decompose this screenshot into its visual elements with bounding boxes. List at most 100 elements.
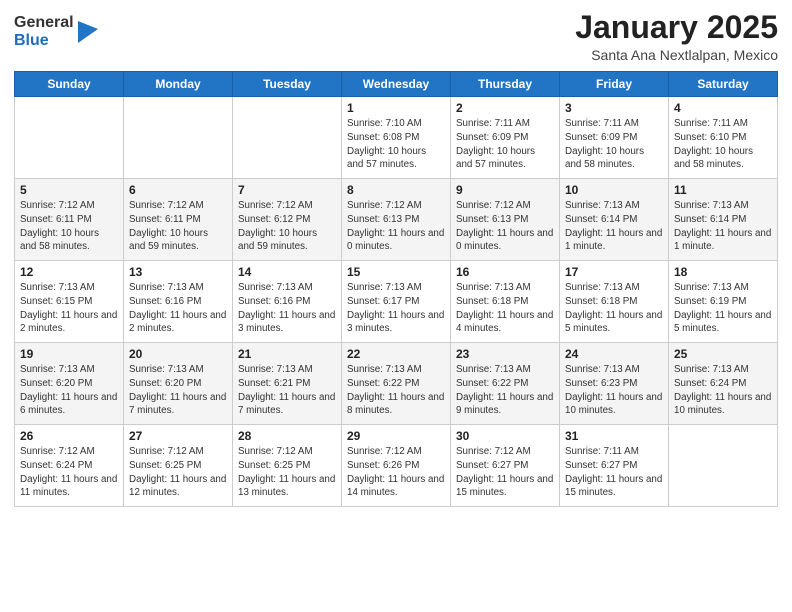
day-number: 12	[20, 265, 118, 279]
calendar-day-header: Monday	[124, 72, 233, 97]
day-info: Sunrise: 7:11 AMSunset: 6:09 PMDaylight:…	[565, 117, 663, 172]
day-number: 14	[238, 265, 336, 279]
calendar-week-row: 5Sunrise: 7:12 AMSunset: 6:11 PMDaylight…	[15, 179, 778, 261]
day-info: Sunrise: 7:13 AMSunset: 6:14 PMDaylight:…	[565, 199, 663, 254]
day-number: 11	[674, 183, 772, 197]
calendar-day-cell: 10Sunrise: 7:13 AMSunset: 6:14 PMDayligh…	[560, 179, 669, 261]
day-info: Sunrise: 7:11 AMSunset: 6:10 PMDaylight:…	[674, 117, 772, 172]
day-number: 16	[456, 265, 554, 279]
day-number: 13	[129, 265, 227, 279]
calendar-day-header: Saturday	[669, 72, 778, 97]
logo-general-text: General	[14, 14, 74, 32]
title-block: January 2025 Santa Ana Nextlalpan, Mexic…	[575, 10, 778, 63]
calendar-day-cell: 22 Sunrise: 7:13 AMSunset: 6:22 PMDayligh…	[342, 343, 451, 425]
day-number: 30	[456, 429, 554, 443]
day-number: 19	[20, 347, 118, 361]
day-number: 24	[565, 347, 663, 361]
day-info: Sunrise: 7:13 AMSunset: 6:20 PMDaylight:…	[129, 363, 227, 418]
day-info: Sunrise: 7:11 AMSunset: 6:09 PMDaylight:…	[456, 117, 554, 172]
day-info: Sunrise: 7:13 AMSunset: 6:24 PMDaylight:…	[674, 363, 772, 418]
day-info: Sunrise: 7:13 AMSunset: 6:16 PMDaylight:…	[238, 281, 336, 336]
header: General Blue January 2025 Santa Ana Next…	[14, 10, 778, 63]
day-number: 15	[347, 265, 445, 279]
calendar-day-cell	[124, 97, 233, 179]
calendar-week-row: 26 Sunrise: 7:12 AMSunset: 6:24 PMDayligh…	[15, 425, 778, 507]
calendar-day-header: Sunday	[15, 72, 124, 97]
day-number: 7	[238, 183, 336, 197]
day-number: 3	[565, 101, 663, 115]
calendar-day-cell: 1 Sunrise: 7:10 AMSunset: 6:08 PMDaylight…	[342, 97, 451, 179]
day-number: 4	[674, 101, 772, 115]
calendar-day-cell: 16 Sunrise: 7:13 AMSunset: 6:18 PMDayligh…	[451, 261, 560, 343]
calendar-day-header: Friday	[560, 72, 669, 97]
day-info: Sunrise: 7:13 AMSunset: 6:18 PMDaylight:…	[456, 281, 554, 336]
day-info: Sunrise: 7:13 AMSunset: 6:18 PMDaylight:…	[565, 281, 663, 336]
calendar-week-row: 19 Sunrise: 7:13 AMSunset: 6:20 PMDayligh…	[15, 343, 778, 425]
day-number: 26	[20, 429, 118, 443]
calendar-day-cell: 7 Sunrise: 7:12 AMSunset: 6:12 PMDaylight…	[233, 179, 342, 261]
calendar-day-cell: 19 Sunrise: 7:13 AMSunset: 6:20 PMDayligh…	[15, 343, 124, 425]
calendar-day-cell: 31 Sunrise: 7:11 AMSunset: 6:27 PMDayligh…	[560, 425, 669, 507]
calendar-day-cell: 25Sunrise: 7:13 AMSunset: 6:24 PMDayligh…	[669, 343, 778, 425]
day-number: 2	[456, 101, 554, 115]
day-info: Sunrise: 7:10 AMSunset: 6:08 PMDaylight:…	[347, 117, 445, 172]
day-info: Sunrise: 7:12 AMSunset: 6:27 PMDaylight:…	[456, 445, 554, 500]
day-info: Sunrise: 7:13 AMSunset: 6:23 PMDaylight:…	[565, 363, 663, 418]
calendar-day-header: Wednesday	[342, 72, 451, 97]
logo: General Blue	[14, 14, 98, 49]
calendar-day-cell	[669, 425, 778, 507]
day-info: Sunrise: 7:12 AMSunset: 6:25 PMDaylight:…	[129, 445, 227, 500]
calendar-day-cell: 5Sunrise: 7:12 AMSunset: 6:11 PMDaylight…	[15, 179, 124, 261]
calendar-day-cell	[233, 97, 342, 179]
day-number: 22	[347, 347, 445, 361]
day-info: Sunrise: 7:13 AMSunset: 6:14 PMDaylight:…	[674, 199, 772, 254]
calendar-day-cell: 15 Sunrise: 7:13 AMSunset: 6:17 PMDayligh…	[342, 261, 451, 343]
calendar-week-row: 1 Sunrise: 7:10 AMSunset: 6:08 PMDaylight…	[15, 97, 778, 179]
calendar-day-cell: 9 Sunrise: 7:12 AMSunset: 6:13 PMDaylight…	[451, 179, 560, 261]
day-number: 20	[129, 347, 227, 361]
calendar-day-cell: 14 Sunrise: 7:13 AMSunset: 6:16 PMDayligh…	[233, 261, 342, 343]
day-number: 17	[565, 265, 663, 279]
day-info: Sunrise: 7:12 AMSunset: 6:12 PMDaylight:…	[238, 199, 336, 254]
day-number: 31	[565, 429, 663, 443]
day-info: Sunrise: 7:13 AMSunset: 6:19 PMDaylight:…	[674, 281, 772, 336]
calendar-day-cell: 3 Sunrise: 7:11 AMSunset: 6:09 PMDaylight…	[560, 97, 669, 179]
day-number: 18	[674, 265, 772, 279]
calendar-day-cell: 30 Sunrise: 7:12 AMSunset: 6:27 PMDayligh…	[451, 425, 560, 507]
calendar-day-cell: 17 Sunrise: 7:13 AMSunset: 6:18 PMDayligh…	[560, 261, 669, 343]
calendar-day-cell: 6Sunrise: 7:12 AMSunset: 6:11 PMDaylight…	[124, 179, 233, 261]
calendar-day-cell: 29Sunrise: 7:12 AMSunset: 6:26 PMDayligh…	[342, 425, 451, 507]
logo-icon	[78, 21, 98, 43]
calendar-week-row: 12 Sunrise: 7:13 AMSunset: 6:15 PMDayligh…	[15, 261, 778, 343]
day-info: Sunrise: 7:12 AMSunset: 6:26 PMDaylight:…	[347, 445, 445, 500]
day-info: Sunrise: 7:12 AMSunset: 6:24 PMDaylight:…	[20, 445, 118, 500]
day-info: Sunrise: 7:12 AMSunset: 6:13 PMDaylight:…	[456, 199, 554, 254]
calendar-day-cell: 28Sunrise: 7:12 AMSunset: 6:25 PMDayligh…	[233, 425, 342, 507]
calendar-day-cell: 2 Sunrise: 7:11 AMSunset: 6:09 PMDaylight…	[451, 97, 560, 179]
day-number: 23	[456, 347, 554, 361]
calendar-day-cell: 13Sunrise: 7:13 AMSunset: 6:16 PMDayligh…	[124, 261, 233, 343]
calendar-day-cell: 12 Sunrise: 7:13 AMSunset: 6:15 PMDayligh…	[15, 261, 124, 343]
calendar-day-cell: 18 Sunrise: 7:13 AMSunset: 6:19 PMDayligh…	[669, 261, 778, 343]
page: General Blue January 2025 Santa Ana Next…	[0, 0, 792, 612]
day-info: Sunrise: 7:13 AMSunset: 6:22 PMDaylight:…	[347, 363, 445, 418]
calendar-day-header: Tuesday	[233, 72, 342, 97]
logo-blue-text: Blue	[14, 32, 74, 50]
day-number: 27	[129, 429, 227, 443]
day-number: 1	[347, 101, 445, 115]
day-info: Sunrise: 7:13 AMSunset: 6:20 PMDaylight:…	[20, 363, 118, 418]
day-number: 5	[20, 183, 118, 197]
calendar-day-cell: 11 Sunrise: 7:13 AMSunset: 6:14 PMDayligh…	[669, 179, 778, 261]
day-info: Sunrise: 7:13 AMSunset: 6:15 PMDaylight:…	[20, 281, 118, 336]
calendar-header-row: SundayMondayTuesdayWednesdayThursdayFrid…	[15, 72, 778, 97]
calendar-day-cell: 27 Sunrise: 7:12 AMSunset: 6:25 PMDayligh…	[124, 425, 233, 507]
calendar-day-cell: 23Sunrise: 7:13 AMSunset: 6:22 PMDayligh…	[451, 343, 560, 425]
day-number: 21	[238, 347, 336, 361]
day-number: 6	[129, 183, 227, 197]
calendar-day-cell: 20 Sunrise: 7:13 AMSunset: 6:20 PMDayligh…	[124, 343, 233, 425]
calendar-day-cell: 21Sunrise: 7:13 AMSunset: 6:21 PMDayligh…	[233, 343, 342, 425]
day-info: Sunrise: 7:11 AMSunset: 6:27 PMDaylight:…	[565, 445, 663, 500]
location-subtitle: Santa Ana Nextlalpan, Mexico	[575, 47, 778, 63]
day-number: 9	[456, 183, 554, 197]
day-info: Sunrise: 7:13 AMSunset: 6:17 PMDaylight:…	[347, 281, 445, 336]
